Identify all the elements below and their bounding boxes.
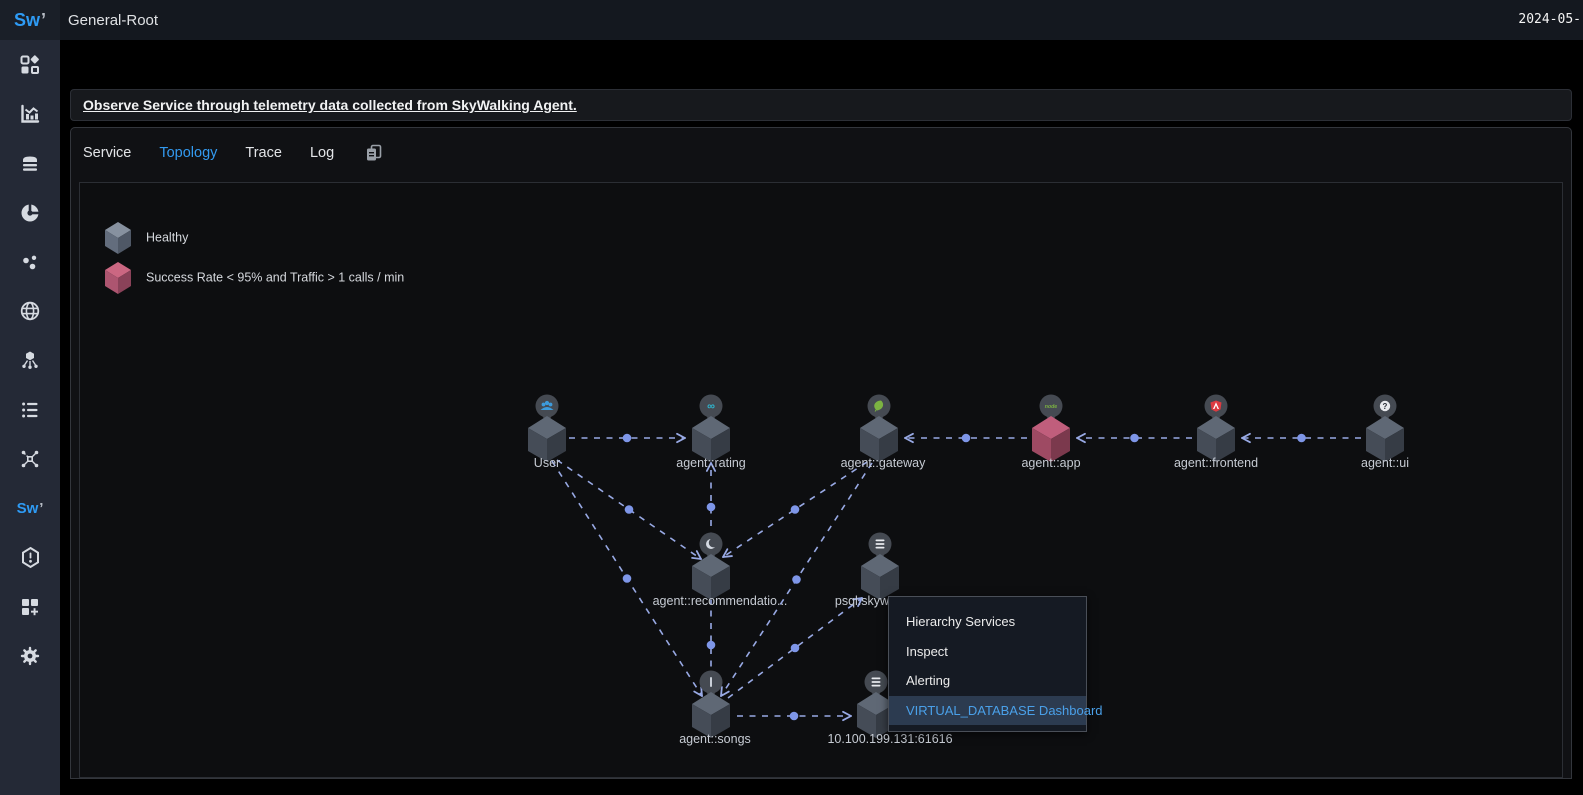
dots-icon (19, 251, 41, 273)
skywalking-logo-curl: ’ (41, 10, 46, 31)
topology-node-label: agent::songs (679, 732, 751, 746)
sidebar-item-bar-chart[interactable] (0, 89, 60, 138)
topology-node-label: User (534, 456, 560, 470)
skywalking-logo[interactable]: Sw’ (0, 0, 60, 40)
top-bar: Sw’ General-Root 2024-05- (0, 0, 1583, 40)
topology-node-label: agent::app (1021, 456, 1080, 470)
sw-logo: Sw’ (17, 500, 44, 517)
context-menu: Hierarchy ServicesInspectAlertingVIRTUAL… (888, 596, 1087, 732)
topology-node-label: agent::gateway (841, 456, 927, 470)
alert-icon (19, 546, 42, 569)
copy-icon[interactable] (364, 143, 384, 163)
sidebar-item-molecule[interactable] (0, 336, 60, 385)
sidebar-item-dots[interactable] (0, 237, 60, 286)
grid-plus-icon (19, 596, 41, 618)
topology-canvas (79, 182, 1563, 778)
mesh-icon (19, 448, 41, 470)
main-panel: Service Topology Trace Log (70, 127, 1572, 779)
sidebar: Sw’ (0, 40, 60, 795)
sidebar-item-mesh[interactable] (0, 434, 60, 483)
globe-icon (19, 300, 41, 322)
page-title: General-Root (68, 12, 158, 29)
server-list-icon (19, 399, 41, 421)
topology-node-label: agent::rating (676, 456, 746, 470)
svg-text:node: node (1045, 404, 1058, 410)
sidebar-item-layers[interactable] (0, 139, 60, 188)
pie-chart-icon (19, 202, 41, 224)
sidebar-item-globe[interactable] (0, 286, 60, 335)
tab-log[interactable]: Log (310, 145, 334, 161)
sidebar-item-dashboard[interactable] (0, 40, 60, 89)
topology-node-label: agent::recommendatio... (653, 594, 788, 608)
observe-banner-link[interactable]: Observe Service through telemetry data c… (83, 97, 577, 113)
dashboard-icon (19, 54, 41, 76)
context-menu-item-virtual-database-dashboard[interactable]: VIRTUAL_DATABASE Dashboard (889, 696, 1086, 726)
sidebar-item-server-list[interactable] (0, 385, 60, 434)
gear-icon (19, 645, 41, 667)
bar-chart-icon (19, 103, 41, 125)
topology-node-label: agent::frontend (1174, 456, 1258, 470)
observe-banner: Observe Service through telemetry data c… (70, 89, 1572, 121)
tab-topology[interactable]: Topology (159, 145, 217, 161)
tab-service[interactable]: Service (83, 145, 131, 161)
context-menu-item-alerting[interactable]: Alerting (889, 666, 1086, 696)
sidebar-item-alert[interactable] (0, 533, 60, 582)
sidebar-item-sw-logo[interactable]: Sw’ (0, 484, 60, 533)
layers-icon (19, 152, 41, 174)
sidebar-item-grid-plus[interactable] (0, 582, 60, 631)
svg-text:∞: ∞ (707, 401, 715, 413)
context-menu-item-inspect[interactable]: Inspect (889, 637, 1086, 667)
context-menu-item-hierarchy-services[interactable]: Hierarchy Services (889, 607, 1086, 637)
topology-node-label: agent::ui (1361, 456, 1409, 470)
datetime-picker[interactable]: 2024-05- (1518, 0, 1583, 40)
sidebar-item-gear[interactable] (0, 632, 60, 681)
molecule-icon (19, 349, 41, 371)
sidebar-item-pie-chart[interactable] (0, 188, 60, 237)
skywalking-logo-text: Sw (14, 10, 40, 31)
topology-node-label: 10.100.199.131:61616 (827, 732, 952, 746)
tab-bar: Service Topology Trace Log (71, 128, 1571, 178)
topology-node-label: psql.skyw (835, 594, 890, 608)
svg-text:?: ? (1383, 402, 1388, 411)
tab-trace[interactable]: Trace (245, 145, 282, 161)
